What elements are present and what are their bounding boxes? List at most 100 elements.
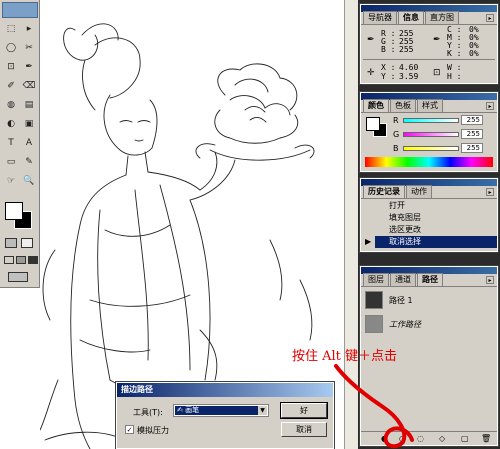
crop-tool-icon[interactable]: ⊡: [3, 60, 19, 74]
path-thumbnail: [365, 315, 383, 333]
simulate-pressure-checkbox[interactable]: ✓: [125, 425, 134, 434]
tab-histogram[interactable]: 直方图: [425, 11, 459, 24]
screen-mode-icon[interactable]: [4, 256, 14, 264]
path-name: 路径 1: [389, 296, 413, 305]
eraser-tool-icon[interactable]: ◍: [3, 98, 19, 112]
color-b-label: B: [393, 144, 399, 153]
history-item[interactable]: 打开: [375, 200, 497, 212]
blue-slider[interactable]: [403, 146, 459, 151]
history-panel-tabs: 历史记录 动作: [361, 185, 497, 199]
delete-path-icon[interactable]: 🗑: [481, 434, 491, 443]
history-item[interactable]: 选区更改: [375, 224, 497, 236]
brush-tool-icon[interactable]: ⌫: [21, 79, 37, 93]
new-path-icon[interactable]: ▢: [461, 434, 469, 443]
color-panel: 颜色 色板 样式 ▸ R 255 G 255 B 255: [359, 91, 499, 173]
tab-info[interactable]: 信息: [398, 11, 424, 24]
crosshair-icon: ✛: [367, 68, 375, 78]
path-selection-icon[interactable]: A: [21, 136, 37, 150]
eyedropper-icon: ✒: [367, 35, 375, 45]
tool-select-value: 画笔: [185, 406, 200, 414]
color-b-value[interactable]: 255: [461, 143, 483, 153]
tab-navigator[interactable]: 导航器: [363, 11, 397, 24]
color-fg-swatch[interactable]: [366, 117, 380, 131]
lasso-tool-icon[interactable]: ◯: [3, 41, 19, 55]
color-r-label: R: [393, 116, 399, 125]
info-b-value: 255: [399, 45, 414, 54]
screen-mode-full-icon[interactable]: [16, 256, 26, 264]
tool-select[interactable]: ✍ 画笔 ▼: [173, 404, 269, 417]
tab-actions[interactable]: 动作: [406, 185, 432, 198]
move-tool-icon[interactable]: ▸: [21, 22, 37, 36]
tab-styles[interactable]: 样式: [417, 99, 443, 112]
color-spectrum-bar[interactable]: [365, 157, 493, 167]
quick-mask-icon[interactable]: [5, 238, 17, 248]
stamp-tool-icon[interactable]: ▣: [21, 117, 37, 131]
tab-swatches[interactable]: 色板: [390, 99, 416, 112]
path-thumbnail: [365, 291, 383, 309]
panel-menu-button[interactable]: ▸: [486, 188, 494, 196]
info-k-label: K :: [447, 49, 462, 58]
foreground-color-swatch[interactable]: [5, 202, 23, 220]
info-divider: [363, 59, 495, 60]
chevron-down-icon[interactable]: ▼: [258, 406, 267, 415]
shape-tool-icon[interactable]: ▭: [3, 155, 19, 169]
color-r-value[interactable]: 255: [461, 115, 483, 125]
history-panel: 历史记录 动作 ▸ 打开 填充图层 选区更改 取消选择 ▶: [359, 177, 499, 253]
hand-tool-icon[interactable]: ☞: [3, 174, 19, 188]
magic-wand-tool-icon[interactable]: ✂: [21, 41, 37, 55]
info-x-value: 4.60: [399, 63, 419, 72]
info-w-label: W :: [447, 63, 462, 72]
color-g-value[interactable]: 255: [461, 129, 483, 139]
photoshop-feather-icon[interactable]: [2, 2, 38, 18]
history-item-selected[interactable]: 取消选择: [375, 236, 497, 248]
screen-mode-dark-icon[interactable]: [28, 256, 38, 264]
annotation-circle-mark: [334, 364, 414, 449]
annotation-text: 按住 Alt 键＋点击: [292, 349, 398, 364]
marquee-tool-icon[interactable]: ⬚: [3, 22, 19, 36]
brush-icon: ✍: [177, 406, 186, 414]
red-slider[interactable]: [403, 118, 459, 123]
ok-button[interactable]: 好: [280, 402, 328, 419]
tool-select-value-area: ✍ 画笔: [175, 406, 259, 415]
slice-tool-icon[interactable]: ✒: [21, 60, 37, 74]
healing-brush-icon[interactable]: ✐: [3, 79, 19, 93]
history-item-label: 打开: [389, 201, 405, 210]
path-row[interactable]: 工作路径: [363, 313, 495, 335]
history-item-label: 填充图层: [389, 213, 421, 222]
cmyk-eyedropper-icon: ✒: [433, 35, 441, 45]
tab-color[interactable]: 颜色: [363, 99, 389, 112]
jump-to-imageready-icon[interactable]: [8, 272, 28, 282]
history-item[interactable]: 填充图层: [375, 212, 497, 224]
panel-menu-button[interactable]: ▸: [486, 14, 494, 22]
tab-paths[interactable]: 路径: [417, 273, 443, 286]
info-b-label: B :: [381, 45, 396, 54]
dodge-tool-icon[interactable]: ◐: [3, 117, 19, 131]
info-panel: 导航器 信息 直方图 ▸ ✒ R : 255 G : 255 B : 255 ✒…: [359, 3, 499, 85]
path-row[interactable]: 路径 1: [363, 289, 495, 311]
stroke-path-dialog: 描边路径 工具(T): ✍ 画笔 ▼ ✓ 模拟压力 好 取消: [115, 381, 335, 449]
paths-panel-tabs: 图层 通道 路径: [361, 273, 497, 287]
info-k-value: 0%: [469, 49, 479, 58]
green-slider[interactable]: [403, 132, 459, 137]
panel-menu-button[interactable]: ▸: [486, 102, 494, 110]
quick-mask-mode-icon[interactable]: [21, 238, 33, 248]
cancel-button[interactable]: 取消: [281, 422, 327, 437]
tab-layers[interactable]: 图层: [363, 273, 389, 286]
info-y-label-xy: Y :: [381, 72, 396, 81]
tab-channels[interactable]: 通道: [390, 273, 416, 286]
history-state-pointer-icon[interactable]: ▶: [365, 237, 371, 246]
notes-tool-icon[interactable]: ✎: [21, 155, 37, 169]
dialog-title[interactable]: 描边路径: [117, 383, 333, 397]
color-g-label: G: [393, 130, 400, 139]
panel-menu-button[interactable]: ▸: [486, 276, 494, 284]
gradient-tool-icon[interactable]: ▤: [21, 98, 37, 112]
simulate-pressure-label: 模拟压力: [137, 426, 169, 435]
info-panel-tabs: 导航器 信息 直方图: [361, 11, 497, 25]
zoom-tool-icon[interactable]: 🔍: [21, 174, 37, 188]
path-name: 工作路径: [389, 320, 421, 329]
info-y-value-xy: 3.59: [399, 72, 419, 81]
history-item-label: 选区更改: [389, 225, 421, 234]
make-work-path-icon[interactable]: ◇: [439, 434, 445, 443]
type-tool-icon[interactable]: T: [3, 136, 19, 150]
tab-history[interactable]: 历史记录: [363, 185, 405, 198]
